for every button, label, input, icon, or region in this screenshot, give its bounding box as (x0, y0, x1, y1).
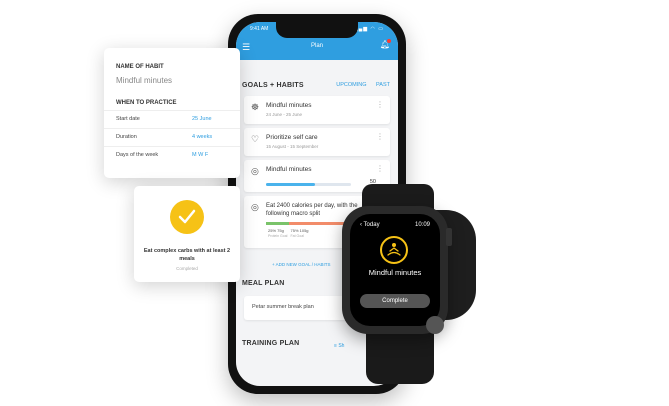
goal-dates: 15 August - 15 September (266, 144, 319, 149)
completed-habit-card: Eat complex carbs with at least 2 meals … (134, 186, 240, 282)
page-title: Plan (310, 43, 323, 49)
detail-value: 4 weeks (192, 134, 213, 140)
detail-key: Days of the week (116, 152, 159, 158)
notification-dot (387, 39, 391, 43)
goal-card[interactable]: ♡ Prioritize self care 15 August - 15 Se… (244, 128, 390, 156)
watch-time: 10:09 (414, 222, 430, 228)
detail-row[interactable]: Days of the week M W F (104, 146, 240, 164)
checkmark-icon (170, 200, 204, 234)
detail-row[interactable]: Duration 4 weeks (104, 128, 240, 146)
detail-row[interactable]: Start date 25 June (104, 110, 240, 128)
meal-plan-title: Petar summer break plan (252, 304, 314, 310)
progress-bar (266, 183, 351, 186)
completed-habit-text: Eat complex carbs with at least 2 meals (143, 248, 231, 262)
self-care-icon: ♡ (251, 134, 260, 144)
add-goal-link[interactable]: + ADD NEW GOAL / HABITS (272, 262, 330, 267)
progress-fill (266, 183, 316, 186)
meal-section-title: MEAL PLAN (242, 280, 285, 287)
goals-section-title: GOALS + HABITS (242, 82, 304, 89)
goal-tabs: UPCOMING PAST (328, 82, 390, 88)
goal-dates: 24 June - 25 June (266, 112, 303, 117)
status-icons: ▂▄▆ ◠ ▭ (353, 26, 384, 32)
more-options-icon[interactable]: ⋮ (376, 100, 384, 109)
macro-label: 75% 105g (290, 228, 309, 233)
completed-status: Completed (176, 266, 198, 271)
detail-key: Start date (116, 116, 140, 122)
show-label: Sh (338, 343, 345, 349)
watch-side-button[interactable] (426, 316, 444, 334)
when-to-practice-label: WHEN TO PRACTICE (116, 100, 177, 106)
habit-name-value[interactable]: Mindful minutes (116, 76, 172, 85)
detail-value: M W F (192, 152, 209, 158)
watch-screen: ‹ Today 10:09 Mindful minutes Complete (350, 214, 440, 326)
tab-past[interactable]: PAST (376, 82, 390, 88)
watch-crown[interactable] (446, 228, 452, 246)
detail-key: Duration (116, 134, 137, 140)
watch-frame: ‹ Today 10:09 Mindful minutes Complete (342, 206, 448, 334)
meditation-icon (380, 236, 408, 264)
target-icon: ◎ (251, 202, 259, 212)
phone-notch (276, 22, 358, 38)
goal-title: Prioritize self care (266, 134, 318, 141)
training-section-title: TRAINING PLAN (242, 340, 300, 347)
macro-sublabel: Fat Goal (290, 234, 304, 238)
target-icon: ◎ (251, 166, 259, 176)
watch-back-button[interactable]: ‹ Today (360, 222, 380, 228)
meditation-icon: ☸ (251, 102, 260, 112)
status-time: 9:41 AM (250, 26, 269, 32)
macro-segment (266, 222, 289, 225)
goal-title: Mindful minutes (266, 166, 312, 173)
watch-strap-bottom (366, 326, 434, 384)
more-options-icon[interactable]: ⋮ (376, 132, 384, 141)
more-options-icon[interactable]: ⋮ (376, 164, 384, 173)
macro-sublabel: Protein Goal (268, 234, 288, 238)
watch-habit-title: Mindful minutes (368, 268, 422, 277)
macro-label: 25% 75g (268, 228, 284, 233)
habit-details-card: NAME OF HABIT Mindful minutes WHEN TO PR… (104, 48, 240, 178)
show-link[interactable]: ≡ Sh (334, 343, 344, 349)
detail-value: 25 June (192, 116, 212, 122)
habit-name-label: NAME OF HABIT (116, 64, 164, 70)
goal-title: Mindful minutes (266, 102, 312, 109)
goal-card[interactable]: ☸ Mindful minutes 24 June - 25 June ⋮ (244, 96, 390, 124)
complete-button[interactable]: Complete (360, 294, 430, 308)
tab-upcoming[interactable]: UPCOMING (336, 82, 366, 88)
